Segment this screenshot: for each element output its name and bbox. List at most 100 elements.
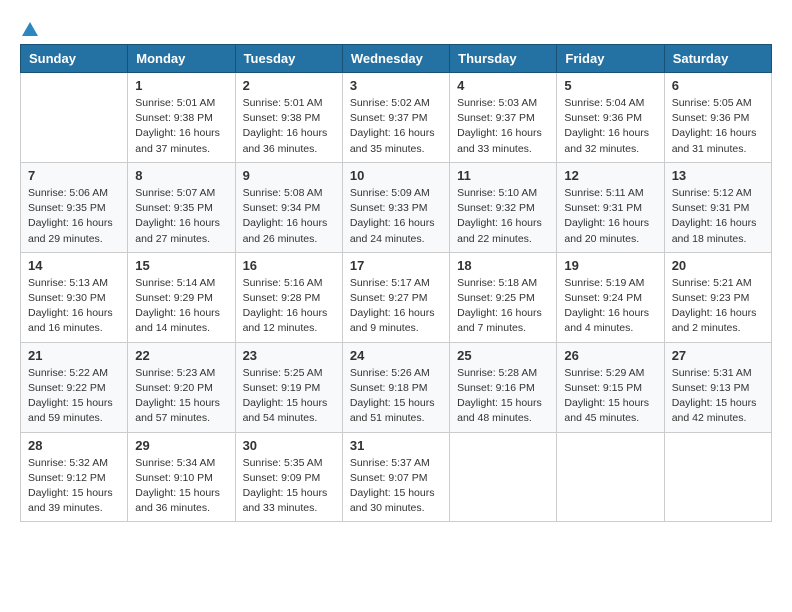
calendar-cell: 9Sunrise: 5:08 AM Sunset: 9:34 PM Daylig… bbox=[235, 162, 342, 252]
day-number: 25 bbox=[457, 348, 549, 363]
day-number: 3 bbox=[350, 78, 442, 93]
day-info: Sunrise: 5:01 AM Sunset: 9:38 PM Dayligh… bbox=[135, 96, 227, 157]
calendar-cell: 5 Sunrise: 5:04 AM Sunset: 9:36 PM Daylig… bbox=[557, 73, 664, 163]
calendar-cell: 30Sunrise: 5:35 AM Sunset: 9:09 PM Dayli… bbox=[235, 432, 342, 522]
day-info: Sunrise: 5:21 AM Sunset: 9:23 PM Dayligh… bbox=[672, 276, 764, 337]
day-number: 19 bbox=[564, 258, 656, 273]
day-info: Sunrise: 5:09 AM Sunset: 9:33 PM Dayligh… bbox=[350, 186, 442, 247]
day-info: Sunrise: 5:01 AM Sunset: 9:38 PM Dayligh… bbox=[243, 96, 335, 157]
calendar-cell: 22 Sunrise: 5:23 AM Sunset: 9:20 PM Dayli… bbox=[128, 342, 235, 432]
day-number: 24 bbox=[350, 348, 442, 363]
calendar-cell: 19 Sunrise: 5:19 AM Sunset: 9:24 PM Dayli… bbox=[557, 252, 664, 342]
day-number: 12 bbox=[564, 168, 656, 183]
calendar-header-tuesday: Tuesday bbox=[235, 45, 342, 73]
calendar-cell: 25 Sunrise: 5:28 AM Sunset: 9:16 PM Dayli… bbox=[450, 342, 557, 432]
calendar-cell: 4Sunrise: 5:03 AM Sunset: 9:37 PM Daylig… bbox=[450, 73, 557, 163]
calendar-header-monday: Monday bbox=[128, 45, 235, 73]
calendar-week-row: 14 Sunrise: 5:13 AM Sunset: 9:30 PM Dayli… bbox=[21, 252, 772, 342]
logo-text bbox=[20, 20, 40, 38]
day-info: Sunrise: 5:26 AM Sunset: 9:18 PM Dayligh… bbox=[350, 366, 442, 427]
day-info: Sunrise: 5:18 AM Sunset: 9:25 PM Dayligh… bbox=[457, 276, 549, 337]
calendar-header-wednesday: Wednesday bbox=[342, 45, 449, 73]
calendar-week-row: 7 Sunrise: 5:06 AM Sunset: 9:35 PM Daylig… bbox=[21, 162, 772, 252]
calendar-week-row: 28 Sunrise: 5:32 AM Sunset: 9:12 PM Dayli… bbox=[21, 432, 772, 522]
calendar-cell: 27Sunrise: 5:31 AM Sunset: 9:13 PM Dayli… bbox=[664, 342, 771, 432]
day-number: 21 bbox=[28, 348, 120, 363]
calendar-cell: 15Sunrise: 5:14 AM Sunset: 9:29 PM Dayli… bbox=[128, 252, 235, 342]
day-number: 8 bbox=[135, 168, 227, 183]
calendar-cell: 20 Sunrise: 5:21 AM Sunset: 9:23 PM Dayli… bbox=[664, 252, 771, 342]
day-number: 5 bbox=[564, 78, 656, 93]
calendar-cell: 29Sunrise: 5:34 AM Sunset: 9:10 PM Dayli… bbox=[128, 432, 235, 522]
calendar-cell bbox=[557, 432, 664, 522]
calendar-cell: 14 Sunrise: 5:13 AM Sunset: 9:30 PM Dayli… bbox=[21, 252, 128, 342]
calendar-cell bbox=[450, 432, 557, 522]
day-info: Sunrise: 5:28 AM Sunset: 9:16 PM Dayligh… bbox=[457, 366, 549, 427]
day-number: 20 bbox=[672, 258, 764, 273]
calendar-week-row: 1 Sunrise: 5:01 AM Sunset: 9:38 PM Daylig… bbox=[21, 73, 772, 163]
calendar-cell: 6Sunrise: 5:05 AM Sunset: 9:36 PM Daylig… bbox=[664, 73, 771, 163]
day-number: 27 bbox=[672, 348, 764, 363]
day-info: Sunrise: 5:03 AM Sunset: 9:37 PM Dayligh… bbox=[457, 96, 549, 157]
day-number: 13 bbox=[672, 168, 764, 183]
day-info: Sunrise: 5:17 AM Sunset: 9:27 PM Dayligh… bbox=[350, 276, 442, 337]
day-info: Sunrise: 5:13 AM Sunset: 9:30 PM Dayligh… bbox=[28, 276, 120, 337]
day-info: Sunrise: 5:11 AM Sunset: 9:31 PM Dayligh… bbox=[564, 186, 656, 247]
day-number: 22 bbox=[135, 348, 227, 363]
calendar-cell: 3 Sunrise: 5:02 AM Sunset: 9:37 PM Daylig… bbox=[342, 73, 449, 163]
calendar-cell: 11 Sunrise: 5:10 AM Sunset: 9:32 PM Dayli… bbox=[450, 162, 557, 252]
day-info: Sunrise: 5:06 AM Sunset: 9:35 PM Dayligh… bbox=[28, 186, 120, 247]
calendar-week-row: 21Sunrise: 5:22 AM Sunset: 9:22 PM Dayli… bbox=[21, 342, 772, 432]
calendar-cell bbox=[21, 73, 128, 163]
calendar-cell: 16 Sunrise: 5:16 AM Sunset: 9:28 PM Dayli… bbox=[235, 252, 342, 342]
calendar-cell: 18 Sunrise: 5:18 AM Sunset: 9:25 PM Dayli… bbox=[450, 252, 557, 342]
day-number: 7 bbox=[28, 168, 120, 183]
day-info: Sunrise: 5:12 AM Sunset: 9:31 PM Dayligh… bbox=[672, 186, 764, 247]
day-number: 31 bbox=[350, 438, 442, 453]
day-info: Sunrise: 5:04 AM Sunset: 9:36 PM Dayligh… bbox=[564, 96, 656, 157]
day-number: 29 bbox=[135, 438, 227, 453]
calendar-cell: 8 Sunrise: 5:07 AM Sunset: 9:35 PM Daylig… bbox=[128, 162, 235, 252]
day-number: 28 bbox=[28, 438, 120, 453]
calendar-cell: 24 Sunrise: 5:26 AM Sunset: 9:18 PM Dayli… bbox=[342, 342, 449, 432]
day-number: 10 bbox=[350, 168, 442, 183]
calendar-header-saturday: Saturday bbox=[664, 45, 771, 73]
calendar-cell: 7 Sunrise: 5:06 AM Sunset: 9:35 PM Daylig… bbox=[21, 162, 128, 252]
calendar-cell bbox=[664, 432, 771, 522]
day-number: 15 bbox=[135, 258, 227, 273]
day-number: 14 bbox=[28, 258, 120, 273]
calendar-cell: 1 Sunrise: 5:01 AM Sunset: 9:38 PM Daylig… bbox=[128, 73, 235, 163]
day-info: Sunrise: 5:08 AM Sunset: 9:34 PM Dayligh… bbox=[243, 186, 335, 247]
calendar-cell: 13 Sunrise: 5:12 AM Sunset: 9:31 PM Dayli… bbox=[664, 162, 771, 252]
day-info: Sunrise: 5:10 AM Sunset: 9:32 PM Dayligh… bbox=[457, 186, 549, 247]
calendar-header-friday: Friday bbox=[557, 45, 664, 73]
day-number: 16 bbox=[243, 258, 335, 273]
day-number: 11 bbox=[457, 168, 549, 183]
calendar-cell: 23 Sunrise: 5:25 AM Sunset: 9:19 PM Dayli… bbox=[235, 342, 342, 432]
day-info: Sunrise: 5:07 AM Sunset: 9:35 PM Dayligh… bbox=[135, 186, 227, 247]
day-number: 6 bbox=[672, 78, 764, 93]
day-info: Sunrise: 5:23 AM Sunset: 9:20 PM Dayligh… bbox=[135, 366, 227, 427]
calendar-cell: 17 Sunrise: 5:17 AM Sunset: 9:27 PM Dayli… bbox=[342, 252, 449, 342]
calendar-cell: 12 Sunrise: 5:11 AM Sunset: 9:31 PM Dayli… bbox=[557, 162, 664, 252]
day-info: Sunrise: 5:32 AM Sunset: 9:12 PM Dayligh… bbox=[28, 456, 120, 517]
day-info: Sunrise: 5:37 AM Sunset: 9:07 PM Dayligh… bbox=[350, 456, 442, 517]
day-number: 23 bbox=[243, 348, 335, 363]
calendar-header-sunday: Sunday bbox=[21, 45, 128, 73]
day-info: Sunrise: 5:16 AM Sunset: 9:28 PM Dayligh… bbox=[243, 276, 335, 337]
day-number: 30 bbox=[243, 438, 335, 453]
day-info: Sunrise: 5:25 AM Sunset: 9:19 PM Dayligh… bbox=[243, 366, 335, 427]
calendar-table: SundayMondayTuesdayWednesdayThursdayFrid… bbox=[20, 44, 772, 522]
day-number: 17 bbox=[350, 258, 442, 273]
logo-icon bbox=[21, 20, 39, 38]
day-number: 1 bbox=[135, 78, 227, 93]
day-number: 26 bbox=[564, 348, 656, 363]
day-info: Sunrise: 5:02 AM Sunset: 9:37 PM Dayligh… bbox=[350, 96, 442, 157]
logo bbox=[20, 20, 40, 34]
day-number: 18 bbox=[457, 258, 549, 273]
calendar-cell: 10 Sunrise: 5:09 AM Sunset: 9:33 PM Dayli… bbox=[342, 162, 449, 252]
day-info: Sunrise: 5:19 AM Sunset: 9:24 PM Dayligh… bbox=[564, 276, 656, 337]
calendar-header-row: SundayMondayTuesdayWednesdayThursdayFrid… bbox=[21, 45, 772, 73]
page-header bbox=[20, 20, 772, 34]
calendar-header-thursday: Thursday bbox=[450, 45, 557, 73]
